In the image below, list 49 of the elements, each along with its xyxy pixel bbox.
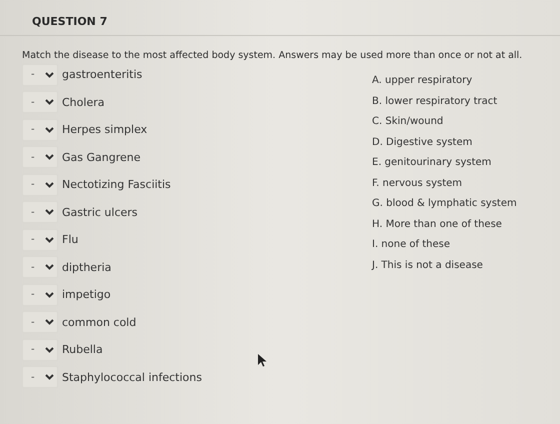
answer-option: F. nervous system (372, 174, 517, 194)
disease-label: Staphylococcal infections (62, 370, 202, 384)
answer-dropdown[interactable]: - (22, 311, 58, 334)
answer-dropdown[interactable]: - (22, 284, 58, 306)
answer-dropdown[interactable]: - (22, 201, 58, 224)
answer-option: E. genitourinary system (372, 153, 517, 174)
answer-dropdown[interactable]: - (22, 174, 58, 196)
chevron-down-icon (44, 236, 54, 243)
chevron-down-icon (44, 292, 54, 298)
answer-dropdown[interactable]: - (22, 118, 58, 141)
chevron-down-icon (44, 126, 54, 133)
disease-label: impetigo (62, 288, 111, 302)
answer-option: J. This is not a disease (372, 256, 517, 276)
answer-dropdown[interactable]: - (22, 338, 58, 361)
chevron-down-icon (44, 99, 54, 106)
disease-label: Rubella (62, 343, 103, 356)
disease-label: Gas Gangrene (62, 150, 140, 164)
disease-label: Flu (62, 233, 78, 246)
disease-label: Cholera (62, 96, 104, 109)
chevron-down-icon (44, 319, 54, 326)
answer-option: A. upper respiratory (372, 71, 517, 92)
disease-label: Herpes simplex (62, 123, 148, 136)
answer-option: C. Skin/wound (372, 112, 517, 132)
answer-option: H. More than one of these (372, 214, 517, 235)
answer-option: G. blood & lymphatic system (372, 194, 517, 214)
disease-label: Nectotizing Fasciitis (62, 178, 171, 192)
answer-option: D. Digestive system (372, 132, 517, 153)
disease-label: diptheria (62, 260, 112, 274)
chevron-down-icon (44, 346, 54, 353)
answer-dropdown[interactable]: - (22, 228, 58, 251)
chevron-down-icon (44, 209, 54, 216)
answer-dropdown[interactable]: - (22, 64, 58, 86)
answer-dropdown[interactable]: - (22, 256, 58, 278)
answer-dropdown[interactable]: - (22, 146, 58, 168)
chevron-down-icon (44, 264, 54, 270)
question-title: QUESTION 7 (32, 15, 108, 28)
chevron-down-icon (44, 72, 54, 78)
disease-label: gastroenteritis (62, 68, 142, 82)
answer-dropdown[interactable]: - (22, 366, 58, 388)
chevron-down-icon (44, 374, 54, 380)
question-prompt: Match the disease to the most affected body system. Answers may be used more than once or not at all. (22, 50, 524, 61)
answer-option: B. lower respiratory tract (372, 92, 517, 112)
answer-option: I. none of these (372, 235, 517, 256)
chevron-down-icon (44, 182, 54, 188)
cursor-icon (258, 354, 267, 367)
chevron-down-icon (44, 154, 54, 160)
disease-label: Gastric ulcers (62, 206, 138, 219)
answer-dropdown[interactable]: - (22, 91, 58, 114)
disease-label: common cold (62, 316, 136, 329)
